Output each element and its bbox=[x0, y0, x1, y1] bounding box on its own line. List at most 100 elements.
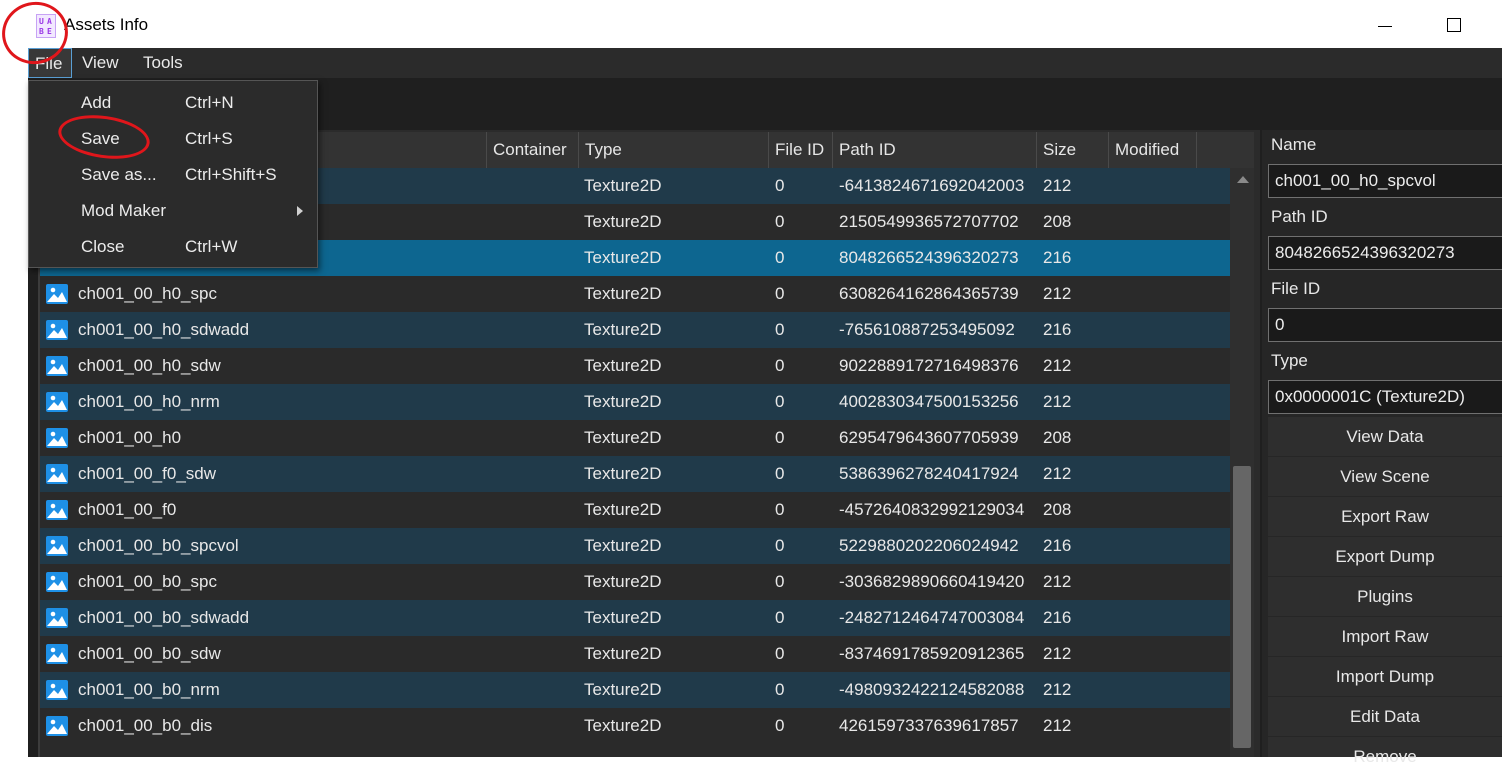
asset-path-id: -8374691785920912365 bbox=[839, 644, 1025, 663]
table-row[interactable]: ch001_00_b0_sdw Texture2D 0 -83746917859209… bbox=[40, 636, 1230, 672]
table-row[interactable]: ch001_00_b0_spc Texture2D 0 -30368298906604… bbox=[40, 564, 1230, 600]
asset-type: Texture2D bbox=[584, 248, 662, 267]
file-id-field[interactable]: 0 bbox=[1268, 308, 1502, 342]
asset-size: 216 bbox=[1043, 536, 1072, 555]
menu-item-label: Save as... bbox=[81, 165, 157, 184]
column-header-type[interactable]: Type bbox=[578, 132, 768, 168]
column-header-modified[interactable]: Modified bbox=[1108, 132, 1196, 168]
column-header-container[interactable]: Container bbox=[486, 132, 578, 168]
asset-size: 212 bbox=[1043, 572, 1072, 591]
asset-path-id: 5229880202206024942 bbox=[839, 536, 1019, 555]
import-raw-button[interactable]: Import Raw bbox=[1268, 616, 1502, 656]
asset-type: Texture2D bbox=[584, 356, 662, 375]
asset-type: Texture2D bbox=[584, 500, 662, 519]
asset-type: Texture2D bbox=[584, 536, 662, 555]
asset-type: Texture2D bbox=[584, 392, 662, 411]
asset-file-id: 0 bbox=[775, 428, 785, 447]
asset-path-id: -4572640832992129034 bbox=[839, 500, 1025, 519]
view-scene-button[interactable]: View Scene bbox=[1268, 456, 1502, 496]
column-header-path-id[interactable]: Path ID bbox=[832, 132, 1036, 168]
minimize-icon bbox=[1378, 26, 1392, 27]
asset-size: 208 bbox=[1043, 500, 1072, 519]
asset-type: Texture2D bbox=[584, 428, 662, 447]
remove-button[interactable]: Remove bbox=[1268, 736, 1502, 766]
minimize-button[interactable] bbox=[1372, 10, 1400, 38]
asset-path-id: 6308264162864365739 bbox=[839, 284, 1019, 303]
asset-file-id: 0 bbox=[775, 212, 785, 231]
asset-file-id: 0 bbox=[775, 284, 785, 303]
table-scrollbar[interactable] bbox=[1230, 168, 1254, 757]
export-dump-button[interactable]: Export Dump bbox=[1268, 536, 1502, 576]
menu-item-shortcut: Ctrl+S bbox=[185, 129, 233, 148]
asset-type: Texture2D bbox=[584, 608, 662, 627]
image-icon bbox=[46, 428, 68, 448]
import-dump-button[interactable]: Import Dump bbox=[1268, 656, 1502, 696]
asset-name: ch001_00_b0_sdwadd bbox=[78, 608, 250, 627]
file-menu-dropdown: Add Ctrl+N Save Ctrl+S Save as... Ctrl+S… bbox=[28, 80, 318, 268]
table-row[interactable]: ch001_00_b0_spcvol Texture2D 0 522988020220… bbox=[40, 528, 1230, 564]
scroll-thumb[interactable] bbox=[1233, 466, 1251, 748]
asset-name: ch001_00_h0_sdw bbox=[78, 356, 221, 375]
asset-file-id: 0 bbox=[775, 644, 785, 663]
image-icon bbox=[46, 464, 68, 484]
export-raw-button[interactable]: Export Raw bbox=[1268, 496, 1502, 536]
menu-item-save-as[interactable]: Save as... Ctrl+Shift+S bbox=[29, 157, 317, 193]
table-row[interactable]: ch001_00_f0_sdw Texture2D 0 538639627824041… bbox=[40, 456, 1230, 492]
asset-size: 212 bbox=[1043, 392, 1072, 411]
column-header-file-id[interactable]: File ID bbox=[768, 132, 832, 168]
edit-data-button[interactable]: Edit Data bbox=[1268, 696, 1502, 736]
table-row[interactable]: ch001_00_b0_nrm Texture2D 0 -49809324221245… bbox=[40, 672, 1230, 708]
scroll-up-icon[interactable] bbox=[1237, 176, 1249, 183]
asset-type: Texture2D bbox=[584, 716, 662, 735]
asset-file-id: 0 bbox=[775, 464, 785, 483]
image-icon bbox=[46, 284, 68, 304]
asset-file-id: 0 bbox=[775, 356, 785, 375]
asset-path-id: 9022889172716498376 bbox=[839, 356, 1019, 375]
file-id-label: File ID bbox=[1271, 279, 1321, 298]
asset-type: Texture2D bbox=[584, 284, 662, 303]
asset-name: ch001_00_h0_spc bbox=[78, 284, 217, 303]
menu-item-shortcut: Ctrl+N bbox=[185, 93, 234, 112]
image-icon bbox=[46, 356, 68, 376]
image-icon bbox=[46, 320, 68, 340]
type-field[interactable]: 0x0000001C (Texture2D) bbox=[1268, 380, 1502, 414]
name-label: Name bbox=[1271, 135, 1317, 154]
menu-item-add[interactable]: Add Ctrl+N bbox=[29, 85, 317, 121]
path-id-field[interactable]: 8048266524396320273 bbox=[1268, 236, 1502, 270]
menu-item-mod-maker[interactable]: Mod Maker bbox=[29, 193, 317, 229]
table-row[interactable]: ch001_00_h0_sdwadd Texture2D 0 -76561088725… bbox=[40, 312, 1230, 348]
column-header-size[interactable]: Size bbox=[1036, 132, 1108, 168]
menu-item-close[interactable]: Close Ctrl+W bbox=[29, 229, 317, 265]
table-row[interactable]: ch001_00_h0 Texture2D 0 6295479643607705939… bbox=[40, 420, 1230, 456]
table-row-partial[interactable] bbox=[40, 744, 1230, 757]
menu-tools[interactable]: Tools bbox=[143, 48, 183, 78]
type-label: Type bbox=[1271, 351, 1308, 370]
asset-size: 208 bbox=[1043, 428, 1072, 447]
column-header-filler bbox=[1196, 132, 1254, 168]
table-row[interactable]: ch001_00_h0_nrm Texture2D 0 400283034750015… bbox=[40, 384, 1230, 420]
table-row[interactable]: ch001_00_h0_spc Texture2D 0 630826416286436… bbox=[40, 276, 1230, 312]
title-bar: U A B E Assets Info bbox=[0, 0, 1502, 48]
asset-file-id: 0 bbox=[775, 608, 785, 627]
asset-file-id: 0 bbox=[775, 392, 785, 411]
menu-view[interactable]: View bbox=[82, 48, 119, 78]
plugins-button[interactable]: Plugins bbox=[1268, 576, 1502, 616]
asset-type: Texture2D bbox=[584, 680, 662, 699]
asset-name: ch001_00_b0_sdw bbox=[78, 644, 221, 663]
image-icon bbox=[46, 572, 68, 592]
view-data-button[interactable]: View Data bbox=[1268, 416, 1502, 456]
asset-name: ch001_00_f0 bbox=[78, 500, 177, 519]
asset-name: ch001_00_f0_sdw bbox=[78, 464, 217, 483]
name-field[interactable]: ch001_00_h0_spcvol bbox=[1268, 164, 1502, 198]
table-row[interactable]: ch001_00_b0_sdwadd Texture2D 0 -24827124647… bbox=[40, 600, 1230, 636]
asset-path-id: -765610887253495092 bbox=[839, 320, 1015, 339]
asset-size: 212 bbox=[1043, 464, 1072, 483]
table-row[interactable]: ch001_00_h0_sdw Texture2D 0 902288917271649… bbox=[40, 348, 1230, 384]
asset-path-id: -3036829890660419420 bbox=[839, 572, 1025, 591]
table-row[interactable]: ch001_00_b0_dis Texture2D 0 426159733763961… bbox=[40, 708, 1230, 744]
asset-file-id: 0 bbox=[775, 536, 785, 555]
image-icon bbox=[46, 608, 68, 628]
maximize-button[interactable] bbox=[1440, 10, 1468, 38]
asset-size: 212 bbox=[1043, 644, 1072, 663]
table-row[interactable]: ch001_00_f0 Texture2D 0 -457264083299212903… bbox=[40, 492, 1230, 528]
